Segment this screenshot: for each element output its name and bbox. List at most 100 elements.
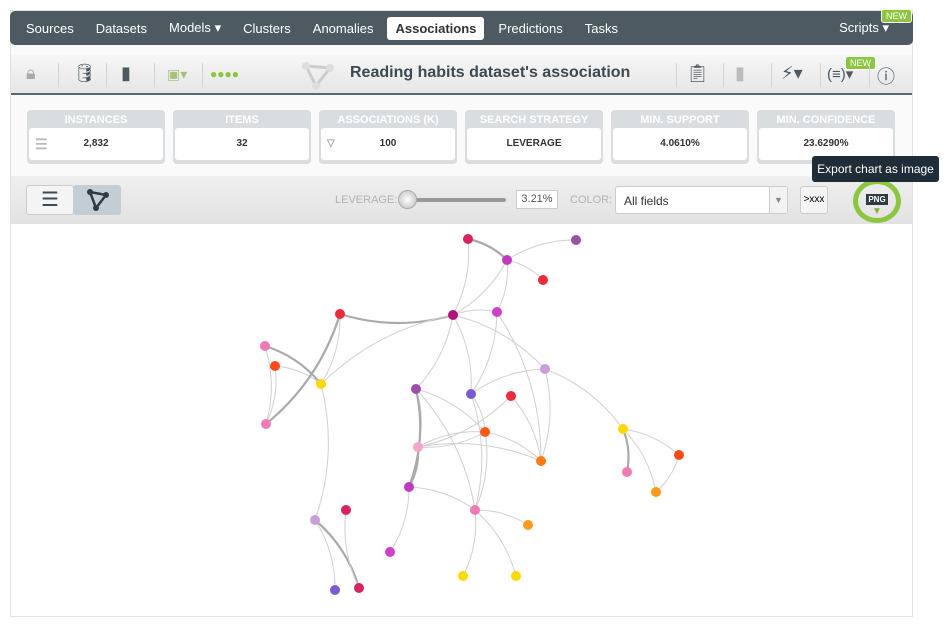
graph-edge[interactable] bbox=[622, 428, 680, 456]
model-search-icon[interactable]: ▮ bbox=[121, 63, 131, 84]
graph-node[interactable] bbox=[540, 364, 550, 374]
graph-edge[interactable] bbox=[314, 383, 329, 521]
graph-node[interactable] bbox=[538, 275, 548, 285]
graph-edge[interactable] bbox=[544, 368, 624, 430]
graph-edge[interactable] bbox=[415, 314, 454, 390]
graph-node[interactable] bbox=[466, 389, 476, 399]
graph-node[interactable] bbox=[458, 571, 468, 581]
graph-node[interactable] bbox=[310, 515, 320, 525]
graph-node[interactable] bbox=[492, 307, 502, 317]
graph-node[interactable] bbox=[335, 309, 345, 319]
card-value: 4.0610% bbox=[613, 128, 747, 160]
graph-view-button[interactable] bbox=[73, 185, 121, 215]
graph-icon bbox=[87, 189, 109, 211]
nav-scripts-label: Scripts bbox=[839, 20, 879, 35]
graph-edge[interactable] bbox=[452, 259, 508, 316]
card-search-strategy: SEARCH STRATEGY LEVERAGE bbox=[465, 110, 603, 164]
graph-node[interactable] bbox=[411, 384, 421, 394]
card-value: 100 bbox=[379, 138, 397, 149]
graph-node[interactable] bbox=[404, 482, 414, 492]
graph-node[interactable] bbox=[354, 583, 364, 593]
graph-node[interactable] bbox=[618, 424, 628, 434]
graph-edge[interactable] bbox=[452, 314, 472, 395]
graph-edge[interactable] bbox=[506, 259, 544, 281]
graph-node[interactable] bbox=[674, 450, 684, 460]
actions-icon[interactable]: ⚡︎▾ bbox=[781, 63, 803, 84]
graph-edge[interactable] bbox=[655, 454, 680, 493]
graph-node[interactable] bbox=[413, 442, 423, 452]
list-icon: ☰ bbox=[35, 136, 48, 152]
graph-edge[interactable] bbox=[467, 237, 508, 261]
color-select-value: All fields bbox=[624, 194, 669, 208]
chart-controls: ☰ LEVERAGE: 3.21% COLOR: All fields ▼ >xx… bbox=[11, 176, 912, 224]
labels-toggle-button[interactable]: >xxx bbox=[800, 186, 828, 214]
graph-edge[interactable] bbox=[462, 509, 477, 577]
graph-node[interactable] bbox=[270, 361, 280, 371]
graph-node[interactable] bbox=[502, 255, 512, 265]
graph-edge[interactable] bbox=[415, 388, 476, 511]
graph-node[interactable] bbox=[330, 585, 340, 595]
graph-node[interactable] bbox=[341, 505, 351, 515]
graph-node[interactable] bbox=[622, 467, 632, 477]
association-icon: ▽ bbox=[327, 138, 335, 149]
graph-edge[interactable] bbox=[452, 314, 546, 370]
graph-edge[interactable] bbox=[496, 311, 542, 462]
dataset-search-icon[interactable]: 🛢︎ bbox=[73, 63, 96, 84]
new-badge: NEW bbox=[881, 9, 912, 23]
color-select[interactable]: All fields ▼ bbox=[615, 186, 788, 214]
nav-clusters[interactable]: Clusters bbox=[235, 17, 299, 40]
nav-tasks[interactable]: Tasks bbox=[577, 17, 626, 40]
graph-edge[interactable] bbox=[510, 395, 542, 462]
card-items: ITEMS 32 bbox=[173, 110, 311, 164]
card-label: ITEMS bbox=[225, 114, 259, 126]
nav-associations[interactable]: Associations bbox=[387, 16, 485, 40]
graph-node[interactable] bbox=[385, 547, 395, 557]
card-label: MIN. SUPPORT bbox=[640, 114, 720, 126]
graph-edge[interactable] bbox=[474, 509, 517, 577]
graph-edge[interactable] bbox=[389, 486, 410, 553]
graph-node[interactable] bbox=[480, 427, 490, 437]
graph-node[interactable] bbox=[506, 391, 516, 401]
list-view-button[interactable]: ☰ bbox=[26, 185, 74, 215]
graph-edge[interactable] bbox=[470, 368, 546, 395]
card-value: 32 bbox=[175, 128, 309, 160]
graph-edge[interactable] bbox=[452, 238, 470, 316]
graph-node[interactable] bbox=[511, 571, 521, 581]
graph-node[interactable] bbox=[651, 487, 661, 497]
graph-edge[interactable] bbox=[621, 428, 630, 473]
graph-node[interactable] bbox=[261, 419, 271, 429]
graph-edge[interactable] bbox=[344, 509, 360, 589]
graph-node[interactable] bbox=[316, 379, 326, 389]
graph-node[interactable] bbox=[448, 310, 458, 320]
clipboard-download-icon[interactable]: 📋︎ bbox=[686, 63, 709, 84]
graph-node[interactable] bbox=[260, 341, 270, 351]
nav-datasets[interactable]: Datasets bbox=[88, 17, 155, 40]
add-chart-icon[interactable]: ▮ bbox=[735, 63, 745, 84]
leverage-value[interactable]: 3.21% bbox=[516, 190, 558, 209]
leverage-slider[interactable] bbox=[406, 198, 506, 202]
chevron-down-icon: ▼ bbox=[769, 187, 787, 213]
graph-node[interactable] bbox=[523, 520, 533, 530]
graph-edge[interactable] bbox=[506, 239, 577, 261]
graph-node[interactable] bbox=[536, 456, 546, 466]
nav-models[interactable]: Models ▾ bbox=[161, 16, 229, 40]
association-graph[interactable] bbox=[11, 224, 912, 616]
leverage-slider-handle[interactable] bbox=[398, 190, 417, 209]
graph-node[interactable] bbox=[463, 234, 473, 244]
graph-node[interactable] bbox=[470, 505, 480, 515]
graph-edge[interactable] bbox=[320, 314, 454, 385]
nav-predictions[interactable]: Predictions bbox=[490, 17, 570, 40]
card-instances: INSTANCES ☰ 2,832 bbox=[27, 110, 165, 164]
batch-icon[interactable]: ▣▾ bbox=[167, 66, 187, 83]
graph-node[interactable] bbox=[571, 235, 581, 245]
graph-edge[interactable] bbox=[314, 519, 361, 589]
nav-sources[interactable]: Sources bbox=[18, 17, 82, 40]
lock-icon[interactable]: 🔒︎ bbox=[26, 63, 36, 84]
info-icon[interactable]: ⓘ bbox=[877, 63, 895, 89]
graph-edge[interactable] bbox=[540, 368, 551, 462]
nav-anomalies[interactable]: Anomalies bbox=[305, 17, 382, 40]
graph-edge[interactable] bbox=[470, 311, 498, 395]
graph-edge[interactable] bbox=[408, 486, 476, 511]
graph-edge[interactable] bbox=[417, 395, 512, 448]
export-png-button[interactable]: PNG ▼ bbox=[864, 189, 890, 217]
